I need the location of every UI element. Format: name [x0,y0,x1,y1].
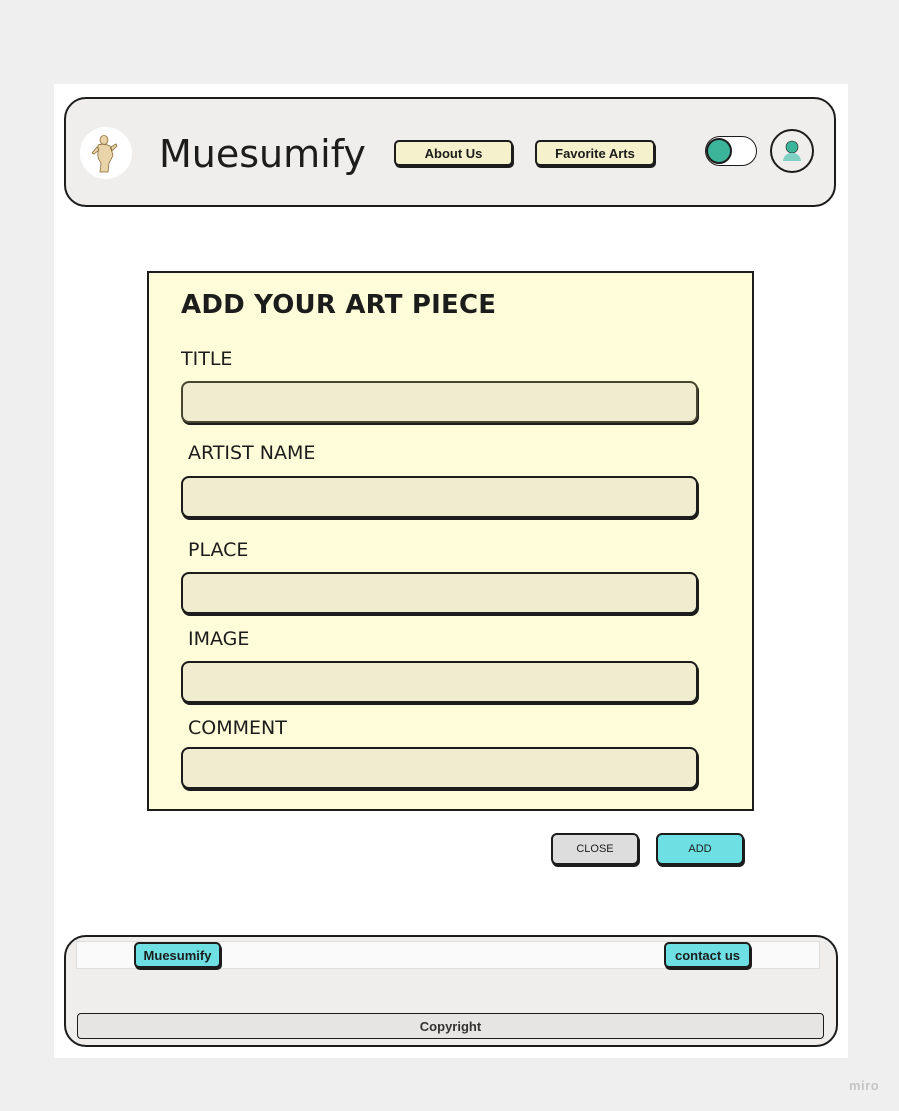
footer-contact-button[interactable]: contact us [664,942,751,968]
place-input[interactable] [181,572,698,614]
nav-favorite-arts-button[interactable]: Favorite Arts [535,140,655,166]
add-button[interactable]: ADD [656,833,744,865]
theme-toggle[interactable] [705,136,757,166]
image-label: IMAGE [188,628,250,650]
artist-name-input[interactable] [181,476,698,518]
comment-input[interactable] [181,747,698,789]
image-input[interactable] [181,661,698,703]
miro-watermark: miro [849,1078,880,1093]
comment-label: COMMENT [188,717,287,739]
user-avatar-icon[interactable] [770,129,814,173]
copyright-bar: Copyright [77,1013,824,1039]
artist-name-label: ARTIST NAME [188,442,316,464]
title-input[interactable] [181,381,698,423]
footer-brand-button[interactable]: Muesumify [134,942,221,968]
place-label: PLACE [188,539,249,561]
form-title: ADD YOUR ART PIECE [181,290,497,320]
toggle-icon [706,138,732,164]
close-button[interactable]: CLOSE [551,833,639,865]
nav-about-us-button[interactable]: About Us [394,140,513,166]
brand-title: Muesumify [159,132,366,176]
statue-icon[interactable] [80,127,132,179]
title-label: TITLE [181,348,233,370]
